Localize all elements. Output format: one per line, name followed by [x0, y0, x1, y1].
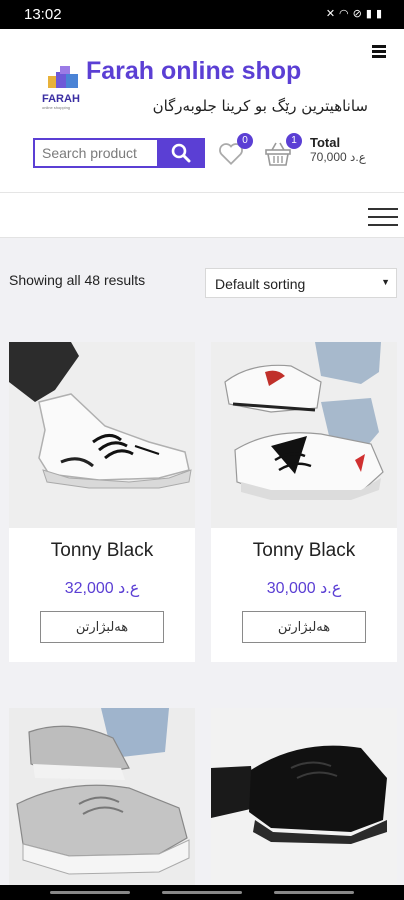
product-image[interactable] [211, 708, 397, 885]
sort-select[interactable]: Default sorting ▼ [205, 268, 397, 298]
product-card[interactable] [211, 708, 397, 885]
product-image[interactable] [9, 708, 195, 885]
status-icons: ✕ ◠ ⊘ ▮ ▮ [326, 7, 382, 21]
cart-total-label: Total [310, 135, 341, 150]
product-price: 30,000 ع.د [266, 580, 342, 597]
battery-icon: ▮ [375, 8, 382, 20]
product-name[interactable]: Tonny Black [211, 540, 397, 562]
product-card[interactable]: Tonny Black 30,000 ع.د هەلبژارتن [211, 342, 397, 662]
search-button[interactable] [157, 138, 205, 168]
choose-options-button[interactable]: هەلبژارتن [242, 611, 366, 643]
svg-text:online shopping: online shopping [42, 105, 70, 110]
signal-icon: ▮ [365, 8, 372, 20]
svg-text:FARAH: FARAH [42, 93, 80, 105]
product-name[interactable]: Tonny Black [9, 540, 195, 562]
logo-icon[interactable]: FARAH online shopping [40, 62, 86, 122]
system-nav-bar [0, 885, 404, 900]
top-menu-button[interactable] [372, 45, 386, 58]
site-tagline: ساناهیترین رێگ بو کرینا جلوبەرگان [152, 97, 368, 115]
product-image[interactable] [211, 342, 397, 528]
search-icon [171, 143, 191, 163]
sort-selected-value: Default sorting [215, 276, 306, 292]
dropdown-caret-icon: ▼ [381, 277, 390, 287]
product-price: 32,000 ع.د [64, 580, 140, 597]
hamburger-menu-icon[interactable] [368, 208, 398, 228]
product-card[interactable]: Tonny Black 32,000 ع.د هەلبژارتن [9, 342, 195, 662]
status-bar: 13:02 ✕ ◠ ⊘ ▮ ▮ [0, 0, 404, 29]
status-time: 13:02 [24, 6, 62, 23]
nav-back-handle[interactable] [50, 891, 130, 894]
choose-options-button[interactable]: هەلبژارتن [40, 611, 164, 643]
dnd-icon: ⊘ [352, 8, 362, 20]
product-image[interactable] [9, 342, 195, 528]
product-card[interactable] [9, 708, 195, 885]
site-header: FARAH online shopping Farah online shop … [0, 29, 404, 193]
results-count: Showing all 48 results [9, 272, 146, 288]
search-input[interactable] [33, 138, 157, 168]
wifi-icon: ◠ [339, 8, 349, 20]
mute-icon: ✕ [325, 8, 336, 20]
site-title[interactable]: Farah online shop [86, 57, 301, 86]
cart-button[interactable]: 1 [264, 133, 302, 166]
nav-recent-handle[interactable] [274, 891, 354, 894]
wishlist-button[interactable]: 0 [218, 133, 253, 166]
cart-count-badge: 1 [286, 133, 302, 149]
nav-bar [0, 193, 404, 238]
wishlist-count-badge: 0 [237, 133, 253, 149]
nav-home-handle[interactable] [162, 891, 242, 894]
cart-total-value: 70,000 ع.د [310, 150, 366, 164]
